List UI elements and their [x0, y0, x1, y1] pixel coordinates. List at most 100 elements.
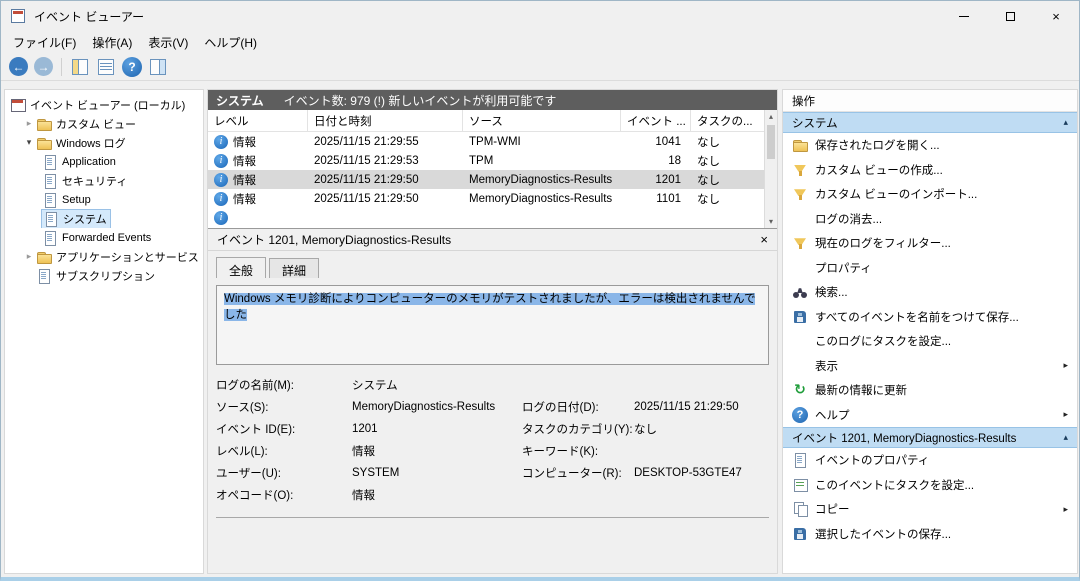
action-attach-task-to-log[interactable]: このログにタスクを設定...	[783, 329, 1077, 354]
action-label: 検索...	[815, 284, 848, 300]
actions-pane: 操作 システム 保存されたログを開く... カスタム ビューの作成... カスタ…	[782, 89, 1078, 574]
event-detail-pane: イベント 1201, MemoryDiagnostics-Results 全般 …	[208, 228, 777, 573]
action-create-custom-view[interactable]: カスタム ビューの作成...	[783, 158, 1077, 183]
table-header: レベル 日付と時刻 ソース イベント ... タスクの...	[208, 110, 777, 132]
cell-level: 情報	[233, 134, 256, 150]
field-label: タスクのカテゴリ(Y):	[522, 421, 634, 437]
cell-datetime: 2025/11/15 21:29:50	[308, 193, 463, 205]
tree-item-forwarded-events[interactable]: Forwarded Events	[5, 228, 203, 247]
close-detail-icon[interactable]	[760, 233, 768, 246]
action-properties[interactable]: プロパティ	[783, 256, 1077, 281]
menu-file[interactable]: ファイル(F)	[5, 32, 84, 53]
log-status: イベント数: 979 (!) 新しいイベントが利用可能です	[284, 92, 557, 109]
tree-item-subscriptions[interactable]: サブスクリプション	[5, 266, 203, 285]
menu-action[interactable]: 操作(A)	[84, 32, 140, 53]
field-label: ログの名前(M):	[216, 377, 352, 393]
tree-item-setup[interactable]: Setup	[5, 190, 203, 209]
field-value: MemoryDiagnostics-Results	[352, 401, 522, 413]
action-refresh[interactable]: 最新の情報に更新	[783, 378, 1077, 403]
action-copy[interactable]: コピー	[783, 497, 1077, 522]
tree-label: Forwarded Events	[62, 232, 151, 244]
tree-item-application[interactable]: Application	[5, 152, 203, 171]
export-list-button[interactable]	[96, 57, 116, 77]
action-import-custom-view[interactable]: カスタム ビューのインポート...	[783, 182, 1077, 207]
col-datetime[interactable]: 日付と時刻	[308, 110, 463, 131]
col-level[interactable]: レベル	[208, 110, 308, 131]
section-header-label: イベント 1201, MemoryDiagnostics-Results	[792, 430, 1016, 446]
action-label: カスタム ビューのインポート...	[815, 186, 977, 202]
action-filter-current-log[interactable]: 現在のログをフィルター...	[783, 231, 1077, 256]
subscription-icon	[36, 268, 52, 284]
back-button[interactable]	[9, 57, 28, 76]
menu-help[interactable]: ヘルプ(H)	[196, 32, 265, 53]
event-row-selected[interactable]: 情報 2025/11/15 21:29:50 MemoryDiagnostics…	[208, 170, 777, 189]
menu-view[interactable]: 表示(V)	[140, 32, 196, 53]
save-disk-icon	[792, 526, 808, 542]
console-tree: イベント ビューアー (ローカル) カスタム ビュー Windows ログ Ap…	[4, 89, 204, 574]
action-help[interactable]: ヘルプ	[783, 403, 1077, 428]
field-label: ソース(S):	[216, 399, 352, 415]
field-label: ユーザー(U):	[216, 465, 352, 481]
forward-button[interactable]	[34, 57, 53, 76]
event-description-box[interactable]: Windows メモリ診断によりコンピューターのメモリがテストされましたが、エラ…	[216, 285, 769, 365]
cell-level: 情報	[233, 172, 256, 188]
cell-event-id: 1041	[621, 136, 691, 148]
filter-icon	[792, 235, 808, 251]
col-event-id[interactable]: イベント ...	[621, 110, 691, 131]
col-source[interactable]: ソース	[463, 110, 621, 131]
action-event-properties[interactable]: イベントのプロパティ	[783, 448, 1077, 473]
action-label: このログにタスクを設定...	[815, 333, 951, 349]
blank-icon	[792, 358, 808, 374]
event-row[interactable]: 情報 2025/11/15 21:29:50 MemoryDiagnostics…	[208, 189, 777, 208]
event-viewer-root-icon	[10, 97, 26, 113]
chevron-down-icon[interactable]	[23, 137, 35, 148]
scroll-down-icon[interactable]	[765, 215, 777, 228]
actions-section-system[interactable]: システム	[783, 112, 1077, 133]
scrollbar-thumb[interactable]	[767, 125, 775, 159]
chevron-right-icon[interactable]	[23, 251, 35, 262]
log-icon	[42, 192, 58, 208]
info-icon	[214, 173, 228, 187]
action-attach-task-to-event[interactable]: このイベントにタスクを設定...	[783, 473, 1077, 498]
chevron-right-icon[interactable]	[23, 118, 35, 129]
help-icon	[792, 407, 808, 423]
event-row-partial[interactable]	[208, 208, 777, 227]
action-clear-log[interactable]: ログの消去...	[783, 207, 1077, 232]
action-label: 選択したイベントの保存...	[815, 526, 951, 542]
action-save-selected-events[interactable]: 選択したイベントの保存...	[783, 522, 1077, 547]
minimize-button[interactable]	[941, 1, 987, 31]
scroll-up-icon[interactable]	[765, 110, 777, 123]
show-action-pane-button[interactable]	[148, 57, 168, 77]
tree-item-event-viewer-root[interactable]: イベント ビューアー (ローカル)	[5, 95, 203, 114]
show-console-tree-button[interactable]	[70, 57, 90, 77]
tab-general[interactable]: 全般	[216, 257, 266, 278]
action-label: カスタム ビューの作成...	[815, 162, 943, 178]
collapse-icon[interactable]	[1063, 117, 1068, 128]
actions-section-event[interactable]: イベント 1201, MemoryDiagnostics-Results	[783, 427, 1077, 448]
event-row[interactable]: 情報 2025/11/15 21:29:53 TPM 18 なし	[208, 151, 777, 170]
submenu-arrow-icon	[1063, 409, 1068, 420]
cell-source: TPM-WMI	[463, 136, 621, 148]
close-button[interactable]: ×	[1033, 1, 1079, 31]
toolbar-separator	[61, 58, 62, 76]
action-open-saved-log[interactable]: 保存されたログを開く...	[783, 133, 1077, 158]
maximize-button[interactable]	[987, 1, 1033, 31]
action-find[interactable]: 検索...	[783, 280, 1077, 305]
tree-item-custom-views[interactable]: カスタム ビュー	[5, 114, 203, 133]
tree-item-system[interactable]: システム	[5, 209, 203, 228]
event-viewer-app-icon	[10, 8, 26, 24]
log-summary-bar: システム イベント数: 979 (!) 新しいイベントが利用可能です	[208, 90, 777, 110]
tab-details[interactable]: 詳細	[269, 258, 319, 278]
action-save-all-events-as[interactable]: すべてのイベントを名前をつけて保存...	[783, 305, 1077, 330]
tree-item-security[interactable]: セキュリティ	[5, 171, 203, 190]
collapse-icon[interactable]	[1063, 432, 1068, 443]
titlebar: イベント ビューアー ×	[1, 1, 1079, 31]
help-button[interactable]	[122, 57, 142, 77]
action-label: 現在のログをフィルター...	[815, 235, 951, 251]
tree-item-apps-services-logs[interactable]: アプリケーションとサービス ログ	[5, 247, 203, 266]
event-row[interactable]: 情報 2025/11/15 21:29:55 TPM-WMI 1041 なし	[208, 132, 777, 151]
event-list-scrollbar[interactable]	[764, 110, 777, 228]
tree-item-windows-logs[interactable]: Windows ログ	[5, 133, 203, 152]
action-view[interactable]: 表示	[783, 354, 1077, 379]
info-icon	[214, 192, 228, 206]
